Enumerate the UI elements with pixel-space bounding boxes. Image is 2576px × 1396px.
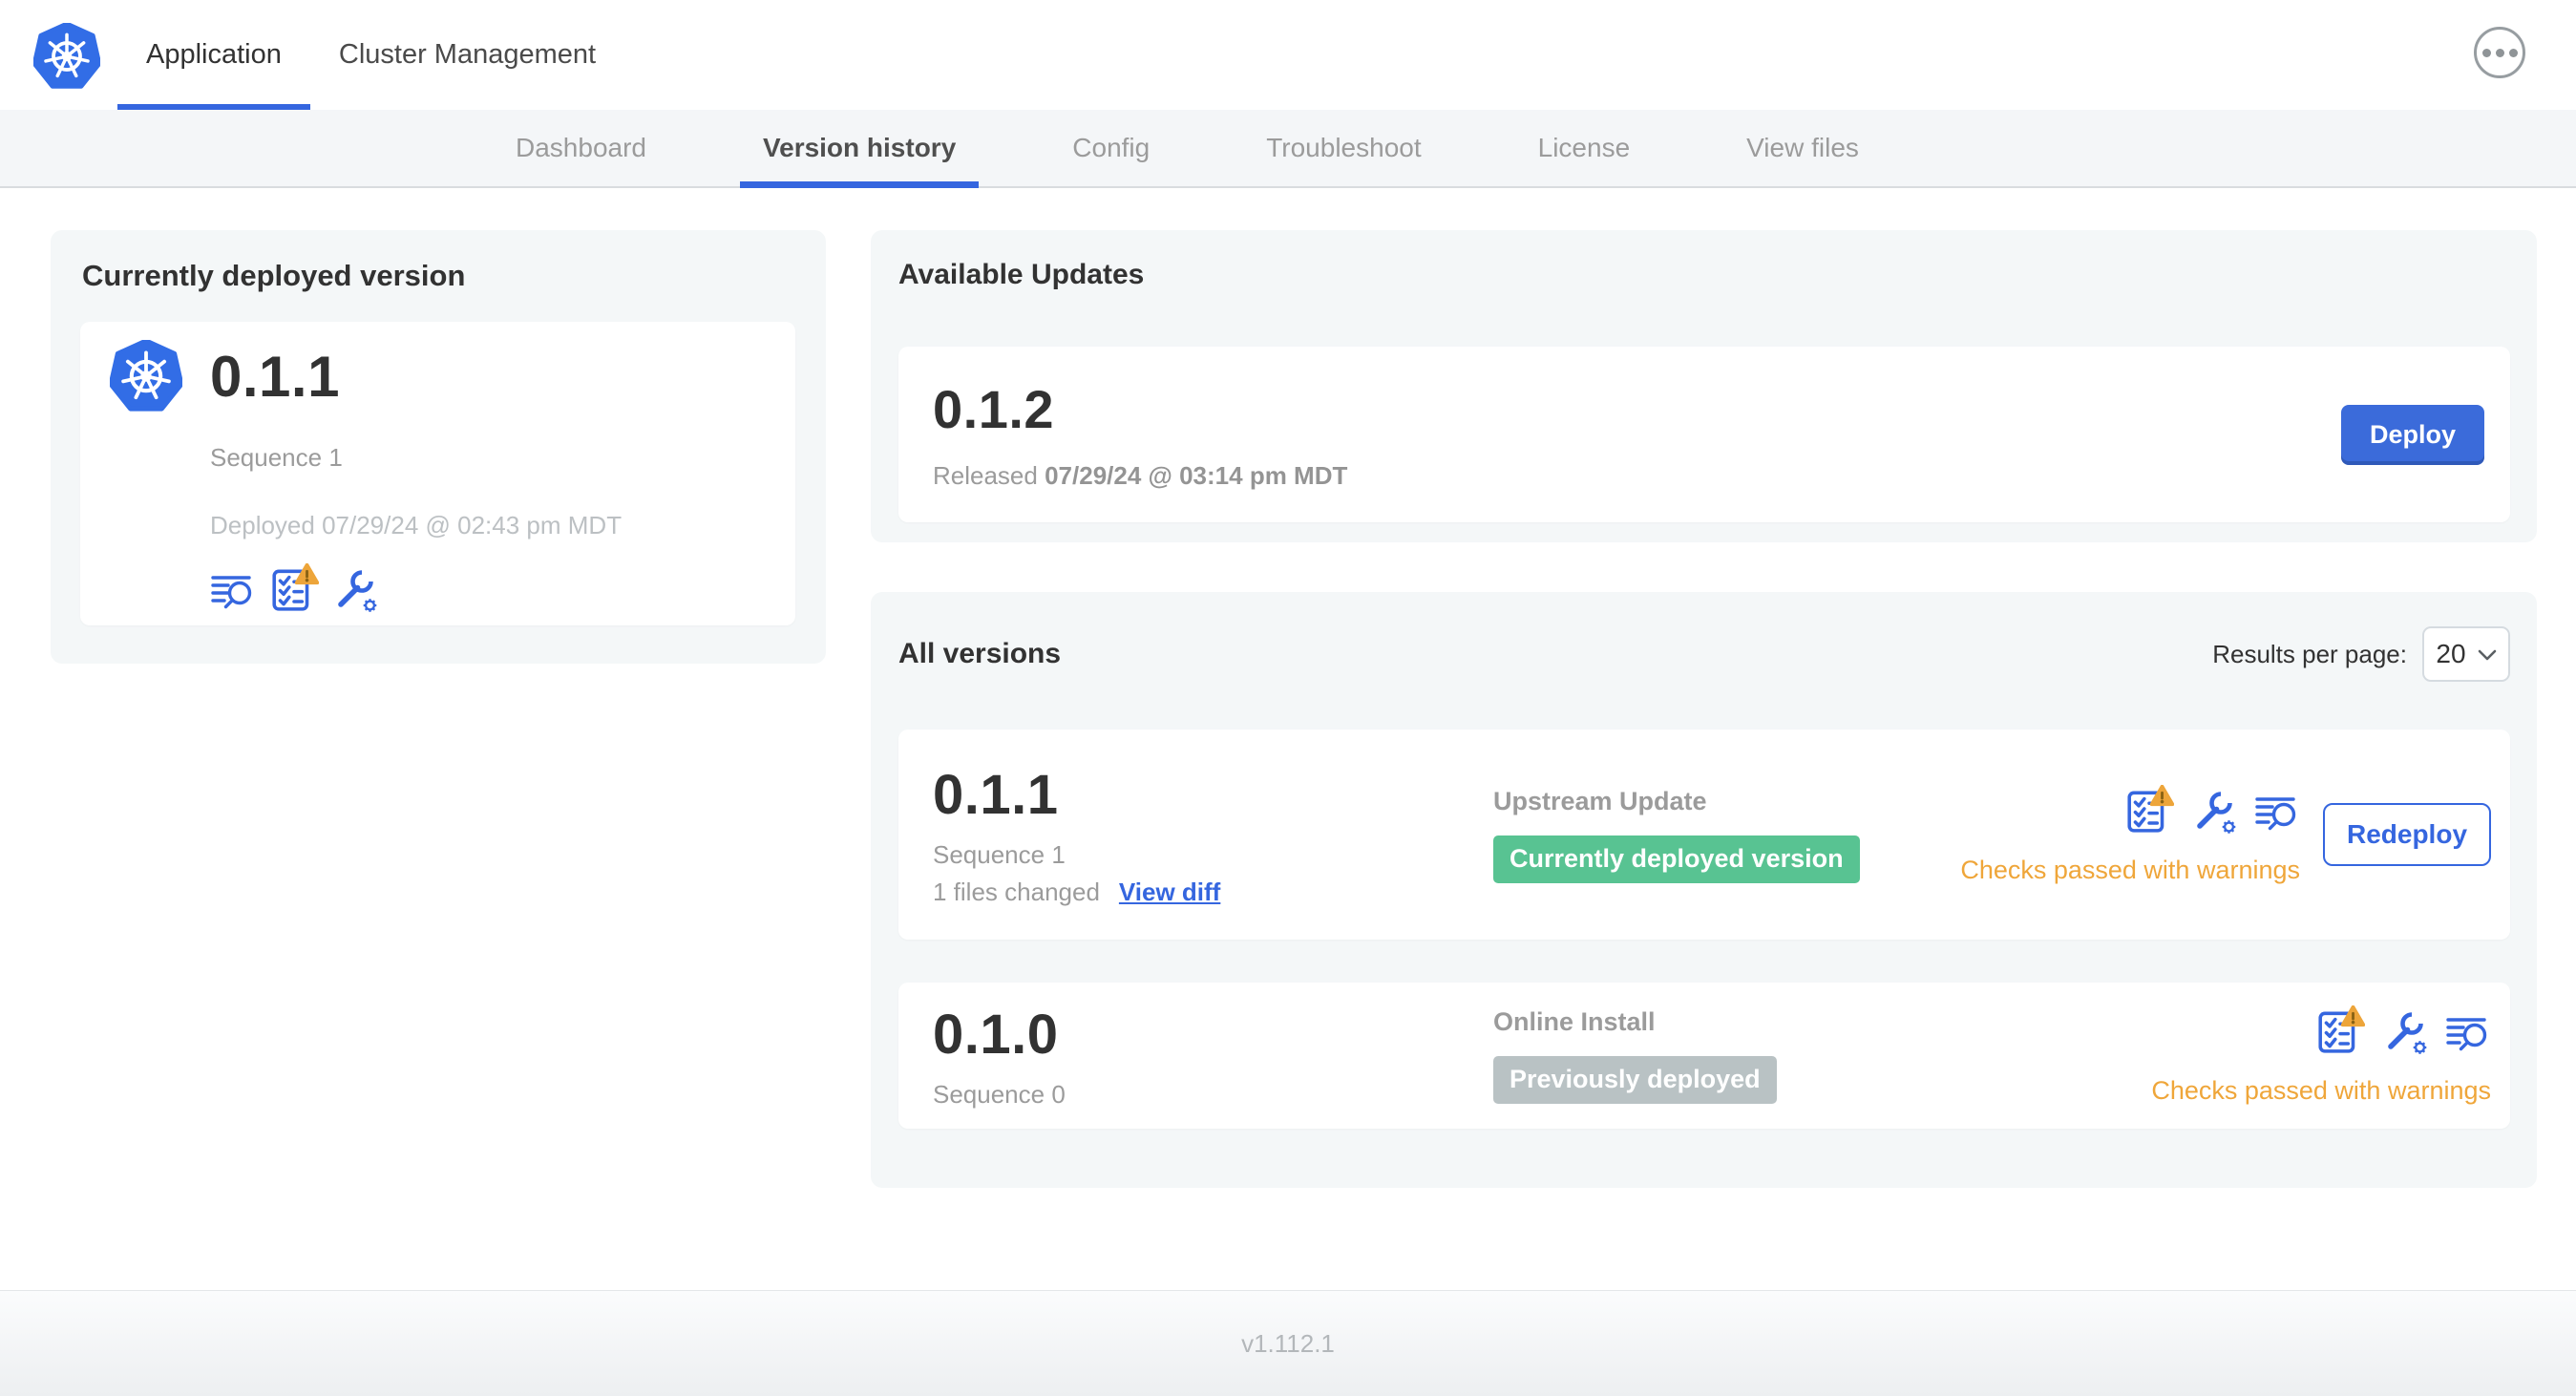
currently-deployed-badge: Currently deployed version (1493, 835, 1860, 883)
subnav-tab-dashboard[interactable]: Dashboard (516, 110, 646, 186)
row-version-label: 0.1.1 (933, 763, 1059, 826)
tab-cluster-management-label: Cluster Management (338, 39, 597, 70)
row-version-label: 0.1.0 (933, 1003, 1059, 1066)
available-updates-title: Available Updates (898, 259, 1145, 290)
subnav-license-label: License (1537, 133, 1631, 162)
app-kubernetes-icon (110, 340, 182, 412)
files-changed-label: 1 files changed (933, 877, 1100, 906)
all-versions-panel: All versions Results per page: 20 0.1.1 … (871, 592, 2537, 1188)
subnav-config-label: Config (1072, 133, 1151, 162)
redeploy-button[interactable]: Redeploy (2323, 803, 2491, 866)
app-header: Application Cluster Management (0, 0, 2576, 110)
view-logs-icon[interactable] (2445, 1009, 2491, 1055)
chevron-down-icon (2478, 648, 2497, 660)
preflight-checks-warning-icon[interactable] (2315, 1005, 2365, 1055)
console-version-label: v1.112.1 (1241, 1328, 1335, 1358)
subnav-tab-license[interactable]: License (1538, 110, 1631, 186)
currently-deployed-panel: Currently deployed version 0.1.1 Sequenc… (51, 230, 826, 664)
edit-config-icon[interactable] (2191, 789, 2237, 835)
currently-deployed-card: 0.1.1 Sequence 1 Deployed 07/29/24 @ 02:… (80, 322, 795, 625)
view-logs-icon[interactable] (2254, 789, 2300, 835)
row-sequence-label: Sequence 1 (933, 839, 1066, 869)
results-per-page-value: 20 (2436, 639, 2466, 668)
released-prefix: Released (933, 461, 1038, 490)
subnav-tab-view-files[interactable]: View files (1746, 110, 1859, 186)
results-per-page: Results per page: 20 (2212, 626, 2510, 682)
deployed-timestamp: Deployed 07/29/24 @ 02:43 pm MDT (210, 511, 623, 539)
tab-cluster-management[interactable]: Cluster Management (310, 0, 624, 110)
update-version-label: 0.1.2 (933, 379, 1055, 439)
version-row: 0.1.0 Sequence 0 Online Install Previous… (898, 983, 2510, 1129)
currently-deployed-title: Currently deployed version (82, 259, 466, 292)
preflight-checks-warning-icon[interactable] (2124, 785, 2174, 835)
deployed-version-label: 0.1.1 (210, 344, 340, 409)
subnav-tab-troubleshoot[interactable]: Troubleshoot (1266, 110, 1421, 186)
admin-console-screen: Application Cluster Management Dashboard… (0, 0, 2576, 1396)
results-per-page-select[interactable]: 20 (2422, 626, 2510, 682)
main-content: Currently deployed version 0.1.1 Sequenc… (0, 188, 2576, 1290)
update-released-line: Released 07/29/24 @ 03:14 pm MDT (933, 461, 1347, 491)
deployed-sequence-label: Sequence 1 (210, 443, 343, 472)
results-per-page-label: Results per page: (2212, 639, 2407, 668)
deploy-button[interactable]: Deploy (2341, 404, 2484, 465)
view-diff-link[interactable]: View diff (1119, 878, 1220, 907)
edit-config-icon[interactable] (332, 567, 378, 613)
row-sequence-label: Sequence 0 (933, 1079, 1066, 1109)
subnav-view-files-label: View files (1746, 133, 1859, 162)
right-column: Available Updates 0.1.2 Released 07/29/2… (871, 230, 2537, 1188)
edit-config-icon[interactable] (2382, 1009, 2428, 1055)
all-versions-title: All versions (898, 638, 1062, 669)
version-source-label: Upstream Update (1493, 786, 1707, 815)
previously-deployed-badge: Previously deployed (1493, 1056, 1777, 1104)
available-updates-panel: Available Updates 0.1.2 Released 07/29/2… (871, 230, 2537, 542)
tab-application-label: Application (146, 39, 282, 70)
preflight-checks-warning-icon[interactable] (269, 563, 319, 613)
kubernetes-logo-icon (33, 23, 100, 90)
ellipsis-menu-button[interactable] (2474, 27, 2525, 78)
subnav-dashboard-label: Dashboard (516, 133, 646, 162)
available-update-card: 0.1.2 Released 07/29/24 @ 03:14 pm MDT D… (898, 347, 2510, 522)
header-tabs: Application Cluster Management (117, 0, 624, 110)
app-footer: v1.112.1 (0, 1290, 2576, 1396)
active-subtab-underline (739, 181, 980, 188)
tab-application[interactable]: Application (117, 0, 310, 110)
active-tab-underline (117, 104, 310, 110)
version-source-label: Online Install (1493, 1007, 1656, 1036)
version-row: 0.1.1 Sequence 1 1 files changed View di… (898, 730, 2510, 940)
app-subnav: Dashboard Version history Config Trouble… (0, 110, 2576, 188)
preflight-status-text: Checks passed with warnings (2151, 1076, 2491, 1105)
subnav-version-history-label: Version history (762, 133, 957, 162)
subnav-tab-config[interactable]: Config (1072, 110, 1150, 186)
view-logs-icon[interactable] (210, 567, 256, 613)
ellipsis-icon (2495, 48, 2504, 57)
subnav-tab-version-history[interactable]: Version history (739, 110, 980, 188)
subnav-troubleshoot-label: Troubleshoot (1266, 133, 1422, 162)
released-date: 07/29/24 @ 03:14 pm MDT (1045, 461, 1348, 490)
preflight-status-text: Checks passed with warnings (1960, 855, 2300, 884)
